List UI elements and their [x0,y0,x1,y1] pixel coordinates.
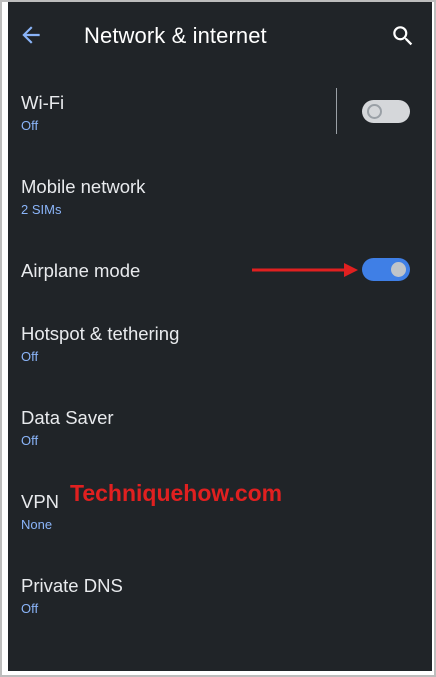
mobile-network-title: Mobile network [21,176,146,197]
data-saver-title: Data Saver [21,407,114,428]
airplane-mode-toggle[interactable] [362,258,410,281]
arrow-right-annotation-icon [252,263,358,277]
wifi-toggle-knob [367,104,382,119]
page-title: Network & internet [84,23,267,48]
setting-private-dns[interactable]: Private DNS Off [8,567,432,625]
setting-data-saver[interactable]: Data Saver Off [8,399,432,457]
vpn-title: VPN [21,491,60,512]
screenshot-frame: Network & internet Wi-Fi Off Mobile netw… [0,0,436,677]
wifi-status: Off [21,118,39,133]
vpn-status: None [21,517,53,532]
arrow-left-icon[interactable] [18,22,44,48]
data-saver-status: Off [21,433,39,448]
hotspot-status: Off [21,349,39,364]
settings-screen: Network & internet Wi-Fi Off Mobile netw… [8,2,432,671]
wifi-divider [336,88,337,134]
private-dns-status: Off [21,601,39,616]
setting-hotspot[interactable]: Hotspot & tethering Off [8,315,432,373]
airplane-mode-title: Airplane mode [21,260,141,281]
airplane-mode-toggle-knob [391,262,406,277]
setting-mobile-network[interactable]: Mobile network 2 SIMs [8,167,432,225]
watermark-text: Techniquehow.com [70,480,283,506]
search-icon[interactable] [390,23,416,49]
wifi-toggle[interactable] [362,100,410,123]
hotspot-title: Hotspot & tethering [21,323,180,344]
app-bar: Network & internet [8,2,432,70]
wifi-title: Wi-Fi [21,92,65,113]
private-dns-title: Private DNS [21,575,123,596]
mobile-network-status: 2 SIMs [21,202,62,217]
